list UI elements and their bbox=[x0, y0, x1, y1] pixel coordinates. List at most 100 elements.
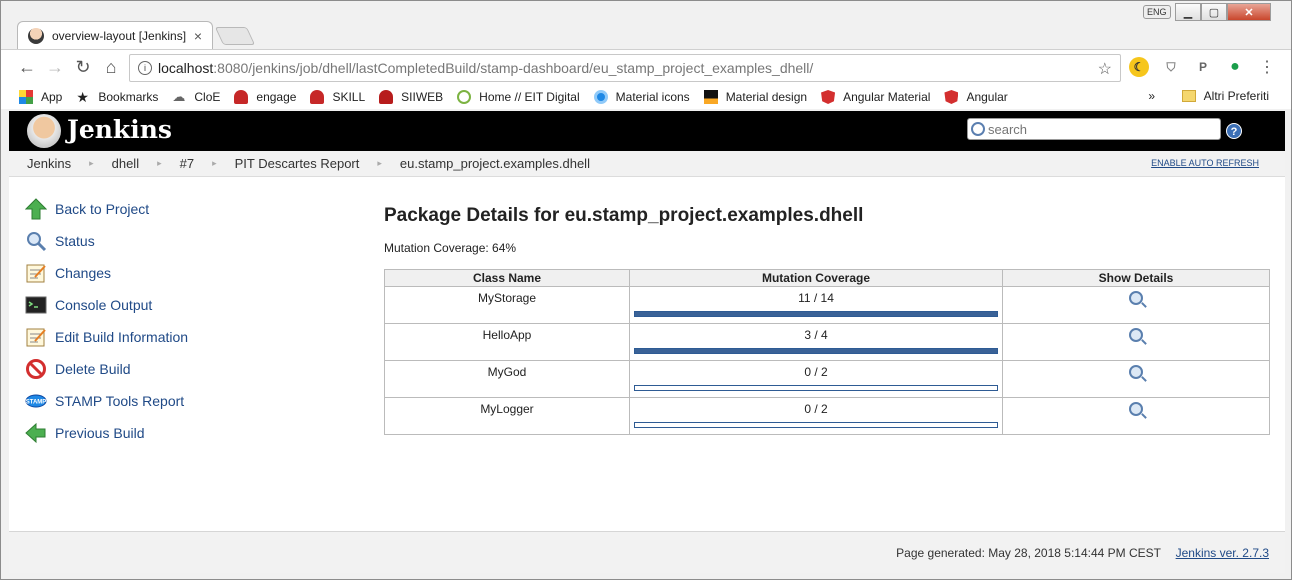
page-footer: Page generated: May 28, 2018 5:14:44 PM … bbox=[9, 531, 1285, 573]
bookmark-item[interactable]: Material design bbox=[703, 90, 808, 104]
bookmark-label: Bookmarks bbox=[98, 90, 159, 104]
page-content: Back to Project Status Changes Console O… bbox=[9, 177, 1285, 531]
task-back-to-project[interactable]: Back to Project bbox=[25, 193, 325, 225]
browser-menu-icon[interactable]: ⋮ bbox=[1259, 57, 1275, 77]
extension-moon-icon[interactable]: ☾ bbox=[1129, 57, 1149, 77]
magnifier-icon[interactable] bbox=[1129, 365, 1143, 379]
breadcrumb-item-job[interactable]: dhell bbox=[112, 156, 139, 171]
coverage-value: 11 / 14 bbox=[798, 291, 834, 305]
other-bookmarks[interactable]: Altri Preferiti bbox=[1181, 89, 1269, 103]
language-indicator[interactable]: ENG bbox=[1143, 5, 1171, 19]
new-tab-button[interactable] bbox=[214, 27, 256, 45]
task-delete-build[interactable]: Delete Build bbox=[25, 353, 325, 385]
task-label: Console Output bbox=[55, 297, 153, 313]
search-input[interactable] bbox=[988, 121, 1208, 137]
breadcrumb-item-package[interactable]: eu.stamp_project.examples.dhell bbox=[400, 156, 590, 171]
bookmark-item[interactable]: Material icons bbox=[593, 90, 690, 104]
magnifier-icon[interactable] bbox=[1129, 328, 1143, 342]
extension-p-icon[interactable]: P bbox=[1193, 57, 1213, 77]
class-name-cell: HelloApp bbox=[384, 323, 630, 361]
address-bar[interactable]: i localhost:8080/jenkins/job/dhell/lastC… bbox=[129, 54, 1121, 82]
engage-icon bbox=[234, 90, 249, 104]
task-status[interactable]: Status bbox=[25, 225, 325, 257]
breadcrumb-separator-icon[interactable]: ▸ bbox=[157, 158, 162, 169]
breadcrumb-separator-icon[interactable]: ▸ bbox=[89, 158, 94, 169]
class-coverage-table: Class Name Mutation Coverage Show Detail… bbox=[384, 269, 1270, 435]
bookmark-star-icon[interactable]: ☆ bbox=[1098, 59, 1112, 79]
bookmark-label: Home // EIT Digital bbox=[479, 90, 580, 104]
task-label: Delete Build bbox=[55, 361, 131, 377]
cloud-icon: ☁ bbox=[172, 89, 186, 104]
home-icon[interactable]: ⌂ bbox=[97, 57, 125, 78]
close-window-icon[interactable]: ✕ bbox=[1227, 3, 1271, 21]
info-icon[interactable]: i bbox=[138, 61, 152, 75]
breadcrumb-item-build[interactable]: #7 bbox=[180, 156, 194, 171]
other-bookmarks-label: Altri Preferiti bbox=[1203, 89, 1269, 103]
jenkins-logo-icon[interactable] bbox=[27, 114, 61, 148]
breadcrumb-separator-icon[interactable]: ▸ bbox=[377, 158, 382, 169]
reload-icon[interactable]: ↻ bbox=[69, 57, 97, 78]
url-host: localhost bbox=[158, 60, 214, 76]
bookmark-item[interactable]: engage bbox=[234, 90, 296, 104]
coverage-cell: 0 / 2 bbox=[629, 397, 1003, 435]
material-icons-icon bbox=[593, 90, 608, 104]
coverage-bar bbox=[634, 348, 998, 354]
bookmark-item[interactable]: SIIWEB bbox=[379, 90, 443, 104]
browser-tab[interactable]: overview-layout [Jenkins] × bbox=[17, 21, 213, 49]
side-panel: Back to Project Status Changes Console O… bbox=[25, 193, 325, 449]
jenkins-header: Jenkins ? bbox=[9, 111, 1285, 151]
no-entry-icon bbox=[26, 359, 46, 379]
angular-icon bbox=[944, 90, 959, 104]
show-details-cell bbox=[1002, 360, 1270, 398]
breadcrumb-item-report[interactable]: PIT Descartes Report bbox=[235, 156, 360, 171]
skill-icon bbox=[310, 90, 325, 104]
task-edit-build-information[interactable]: Edit Build Information bbox=[25, 321, 325, 353]
task-console-output[interactable]: Console Output bbox=[25, 289, 325, 321]
material-design-icon bbox=[703, 90, 718, 104]
breadcrumb-item-jenkins[interactable]: Jenkins bbox=[27, 156, 71, 171]
coverage-bar-fill bbox=[635, 312, 997, 316]
bookmark-item[interactable]: Home // EIT Digital bbox=[457, 90, 580, 104]
extension-chat-icon[interactable]: ● bbox=[1225, 57, 1245, 77]
enable-auto-refresh-link[interactable]: ENABLE AUTO REFRESH bbox=[1151, 158, 1259, 168]
bookmark-item[interactable]: SKILL bbox=[310, 90, 365, 104]
bookmark-item[interactable]: ☁ CloE bbox=[172, 89, 220, 105]
notepad-icon bbox=[26, 328, 46, 347]
task-label: Back to Project bbox=[55, 201, 150, 217]
magnifier-icon[interactable] bbox=[1129, 291, 1143, 305]
breadcrumb-separator-icon[interactable]: ▸ bbox=[212, 158, 217, 169]
search-box bbox=[967, 118, 1221, 140]
task-changes[interactable]: Changes bbox=[25, 257, 325, 289]
table-row: MyStorage 11 / 14 bbox=[384, 286, 1270, 324]
task-stamp-tools-report[interactable]: STAMP STAMP Tools Report bbox=[25, 385, 325, 417]
jenkins-version-link[interactable]: Jenkins ver. 2.7.3 bbox=[1176, 546, 1269, 560]
search-icon bbox=[27, 232, 47, 252]
jenkins-title[interactable]: Jenkins bbox=[67, 115, 172, 144]
coverage-bar bbox=[634, 311, 998, 317]
maximize-icon[interactable]: ▢ bbox=[1201, 3, 1227, 21]
coverage-cell: 11 / 14 bbox=[629, 286, 1003, 324]
table-row: MyLogger 0 / 2 bbox=[384, 397, 1270, 435]
eit-icon bbox=[457, 90, 472, 104]
bookmarks-overflow-chevron-icon[interactable]: » bbox=[1148, 89, 1155, 103]
help-icon[interactable]: ? bbox=[1226, 123, 1242, 139]
bookmark-item[interactable]: Angular Material bbox=[821, 90, 930, 104]
coverage-cell: 3 / 4 bbox=[629, 323, 1003, 361]
minimize-icon[interactable]: ▁ bbox=[1175, 3, 1201, 21]
task-label: Status bbox=[55, 233, 95, 249]
task-previous-build[interactable]: Previous Build bbox=[25, 417, 325, 449]
bookmark-label: App bbox=[41, 90, 63, 104]
extension-shield-icon[interactable]: ⛉ bbox=[1161, 57, 1181, 77]
back-arrow-icon[interactable]: ← bbox=[13, 57, 41, 78]
bookmark-item[interactable]: Angular bbox=[944, 90, 1008, 104]
magnifier-icon[interactable] bbox=[1129, 402, 1143, 416]
task-label: Changes bbox=[55, 265, 112, 281]
window-controls: ▁ ▢ ✕ bbox=[1175, 3, 1271, 21]
bookmark-label: Material design bbox=[725, 90, 808, 104]
bookmark-item[interactable]: ★ Bookmarks bbox=[76, 90, 158, 104]
forward-arrow-icon[interactable]: → bbox=[41, 57, 69, 78]
coverage-bar bbox=[634, 385, 998, 391]
bookmark-item[interactable]: App bbox=[19, 90, 62, 104]
tab-close-icon[interactable]: × bbox=[194, 28, 202, 44]
show-details-cell bbox=[1002, 286, 1270, 324]
